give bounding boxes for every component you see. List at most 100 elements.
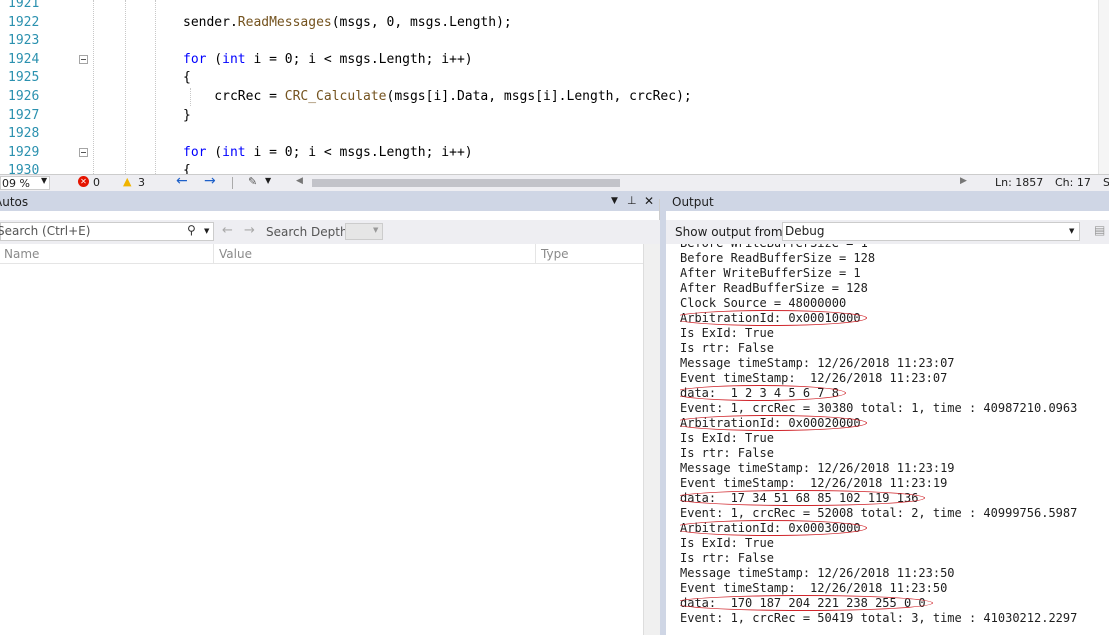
- code-line[interactable]: 1930{: [0, 162, 1100, 174]
- search-icon[interactable]: ⚲: [187, 222, 196, 239]
- output-window: Output Show output from: Debug ▼ ▤ Befor…: [666, 191, 1109, 635]
- search-depth-select[interactable]: ▼: [345, 223, 383, 240]
- code-text: for (int i = 0; i < msgs.Length; i++): [183, 51, 473, 70]
- search-forward-icon[interactable]: →: [244, 223, 255, 238]
- pin-icon[interactable]: ⊥: [627, 191, 637, 211]
- output-toolbar: Show output from: Debug ▼ ▤: [666, 220, 1109, 244]
- error-icon[interactable]: ✕: [78, 176, 89, 187]
- output-left-gutter: [666, 244, 674, 635]
- editor-vertical-scrollbar[interactable]: [1098, 0, 1109, 174]
- autos-vertical-scrollbar[interactable]: [643, 244, 660, 635]
- chevron-down-icon: ▼: [1069, 227, 1075, 235]
- code-line[interactable]: 1923: [0, 32, 1100, 51]
- output-title-bar[interactable]: Output: [666, 191, 1109, 211]
- red-highlight-ellipse: [680, 595, 933, 611]
- autos-window: Autos ▼ ⊥ ✕ Search (Ctrl+E) ⚲ ▼ ← → Sear…: [0, 191, 660, 635]
- navigate-back-icon[interactable]: ←: [176, 173, 188, 189]
- column-type[interactable]: Type: [541, 247, 569, 261]
- collapse-icon[interactable]: [79, 147, 88, 157]
- output-line: Clock Source = 48000000: [680, 296, 847, 310]
- zoom-value: 09 %: [2, 177, 30, 190]
- output-line: Is rtr: False: [680, 341, 774, 355]
- code-line[interactable]: 1921: [0, 0, 1100, 14]
- line-number: 1928: [8, 126, 40, 142]
- red-highlight-ellipse: [680, 310, 868, 326]
- code-text: }: [183, 107, 191, 126]
- output-line: Is ExId: True: [680, 536, 774, 550]
- output-line: Event: 1, crcRec = 52008 total: 2, time …: [680, 506, 1078, 520]
- code-token: (: [206, 144, 223, 160]
- brush-icon[interactable]: ✎: [248, 175, 257, 188]
- code-line[interactable]: 1927}: [0, 107, 1100, 126]
- code-token: CRC_Calculate: [284, 89, 387, 104]
- column-value[interactable]: Value: [219, 247, 252, 261]
- output-source-value: Debug: [785, 224, 825, 238]
- column-divider[interactable]: [213, 244, 214, 264]
- autos-column-header: Name Value Type: [0, 244, 644, 264]
- scroll-left-icon[interactable]: ◀: [296, 176, 303, 186]
- output-line: Before WriteBufferSize = 1: [680, 244, 868, 251]
- show-output-from-label: Show output from:: [675, 225, 787, 239]
- code-token: for: [183, 144, 207, 160]
- navigate-forward-icon[interactable]: →: [204, 173, 216, 189]
- search-placeholder: Search (Ctrl+E): [0, 224, 91, 238]
- collapse-icon[interactable]: [79, 54, 88, 64]
- code-token: }: [183, 107, 191, 123]
- code-text: crcRec = CRC_Calculate(msgs[i].Data, msg…: [183, 88, 691, 107]
- autos-title-bar[interactable]: Autos ▼ ⊥ ✕: [0, 191, 659, 211]
- scroll-right-icon[interactable]: ▶: [960, 176, 967, 186]
- horizontal-scrollbar-track[interactable]: [306, 178, 962, 188]
- column-indicator: Ch: 17: [1055, 176, 1091, 189]
- code-token: int: [222, 51, 246, 67]
- output-source-select[interactable]: Debug ▼: [782, 222, 1080, 241]
- chevron-down-icon: ▼: [41, 176, 48, 185]
- close-icon[interactable]: ✕: [644, 191, 654, 211]
- window-position-icon[interactable]: ▼: [611, 191, 618, 211]
- output-line: Event: 1, crcRec = 30380 total: 1, time …: [680, 401, 1078, 415]
- output-line: Is ExId: True: [680, 326, 774, 340]
- output-line: Before ReadBufferSize = 128: [680, 251, 876, 265]
- code-line[interactable]: 1922 sender.ReadMessages(msgs, 0, msgs.Le…: [0, 14, 1100, 33]
- code-token: sender.: [183, 14, 238, 30]
- code-token: crcRec =: [183, 89, 285, 104]
- warning-icon[interactable]: ▲: [123, 175, 131, 188]
- code-editor[interactable]: 1921 1922 sender.ReadMessages(msgs, 0, msg…: [0, 0, 1109, 174]
- code-line[interactable]: 1928: [0, 125, 1100, 144]
- line-indicator: Ln: 1857: [995, 176, 1044, 189]
- zoom-select[interactable]: 09 % ▼: [0, 176, 50, 190]
- code-text: for (int i = 0; i < msgs.Length; i++): [183, 144, 473, 163]
- column-divider[interactable]: [535, 244, 536, 264]
- line-number: 1923: [8, 33, 40, 49]
- clear-output-icon[interactable]: ▤: [1094, 223, 1105, 237]
- search-back-icon[interactable]: ←: [222, 223, 233, 238]
- output-line: Message timeStamp: 12/26/2018 11:23:07: [680, 356, 955, 370]
- horizontal-scrollbar-thumb[interactable]: [312, 179, 620, 187]
- output-line: Is rtr: False: [680, 551, 774, 565]
- code-line[interactable]: 1929 for (int i = 0; i < msgs.Length; i++…: [0, 144, 1100, 163]
- tool-window-area: Autos ▼ ⊥ ✕ Search (Ctrl+E) ⚲ ▼ ← → Sear…: [0, 191, 1109, 635]
- editor-status-strip: 09 % ▼ ✕ 0 ▲ 3 ← → ✎ ▼ ◀ ▶ Ln: 1857 Ch: …: [0, 173, 1109, 191]
- line-number: 1930: [8, 163, 40, 174]
- separator: [232, 177, 233, 189]
- code-token: int: [222, 144, 246, 160]
- chevron-down-icon[interactable]: ▼: [204, 223, 209, 240]
- autos-toolbar: Search (Ctrl+E) ⚲ ▼ ← → Search Depth: ▼: [0, 220, 660, 244]
- code-line[interactable]: 1925 {: [0, 69, 1100, 88]
- code-line[interactable]: 1926 crcRec = CRC_Calculate(msgs[i].Data…: [0, 88, 1100, 107]
- output-line: Message timeStamp: 12/26/2018 11:23:19: [680, 461, 955, 475]
- output-line: Event timeStamp: 12/26/2018 11:23:07: [680, 371, 948, 385]
- code-text: {: [183, 69, 191, 88]
- output-line: Event: 1, crcRec = 50419 total: 3, time …: [680, 611, 1078, 625]
- chevron-down-icon[interactable]: ▼: [265, 176, 271, 185]
- line-number: 1922: [8, 14, 40, 30]
- output-line: Is ExId: True: [680, 431, 774, 445]
- column-name[interactable]: Name: [4, 247, 39, 261]
- line-number: 1925: [8, 70, 40, 86]
- code-token: i = 0; i < msgs.Length; i++): [245, 51, 473, 67]
- code-token: ReadMessages: [237, 14, 332, 30]
- code-line[interactable]: 1924 for (int i = 0; i < msgs.Length; i++…: [0, 51, 1100, 70]
- autos-search-input[interactable]: Search (Ctrl+E) ⚲ ▼: [0, 222, 214, 241]
- code-text: sender.ReadMessages(msgs, 0, msgs.Length…: [183, 14, 512, 33]
- error-count: 0: [93, 176, 100, 189]
- output-text[interactable]: Before WriteBufferSize = 1Before ReadBuf…: [680, 244, 1109, 635]
